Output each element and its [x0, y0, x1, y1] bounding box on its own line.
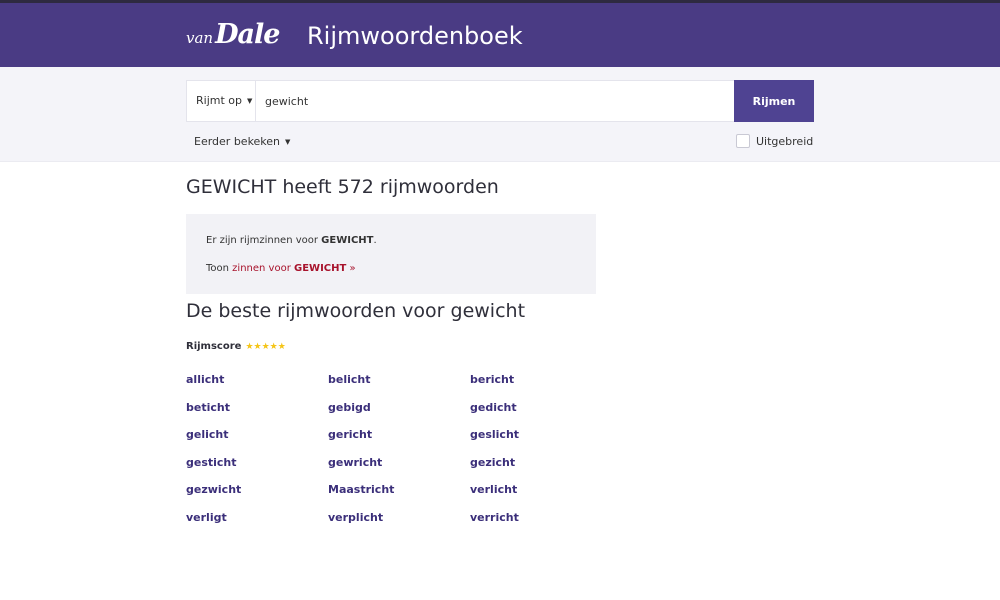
caret-down-icon: ▼ [285, 138, 291, 146]
link-word: GEWICHT [294, 263, 347, 274]
rhyme-word-link[interactable]: verplicht [328, 511, 470, 539]
rhyme-word-link[interactable]: allicht [186, 373, 328, 401]
rhyme-word-link[interactable]: verligt [186, 511, 328, 539]
advanced-label: Uitgebreid [756, 134, 814, 148]
best-rhymes-heading: De beste rijmwoorden voor gewicht [186, 300, 526, 322]
search-box: Rijmt op ▼ [186, 80, 734, 122]
rhyme-word-link[interactable]: bericht [470, 373, 612, 401]
show-prefix: Toon [206, 263, 233, 274]
rhyme-word-link[interactable]: Maastricht [328, 483, 470, 511]
info-prefix: Er zijn rijmzinnen voor [206, 235, 322, 246]
rhyme-word-link[interactable]: verricht [470, 511, 612, 539]
rhyme-word-link[interactable]: gezicht [470, 456, 612, 484]
rhyme-word-link[interactable]: beticht [186, 401, 328, 429]
rhyme-score-label: Rijmscore [186, 341, 242, 352]
star-rating-icon: ★★★★★ [245, 341, 286, 352]
rhyme-word-link[interactable]: verlicht [470, 483, 612, 511]
phrase-info-text: Er zijn rijmzinnen voor GEWICHT. [206, 234, 596, 248]
advanced-checkbox[interactable] [736, 134, 750, 148]
van-dale-logo[interactable]: van Dale [186, 19, 280, 50]
logo-dale: Dale [215, 19, 280, 50]
info-word: GEWICHT [321, 235, 374, 246]
rhyme-word-link[interactable]: belicht [328, 373, 470, 401]
history-dropdown[interactable]: Eerder bekeken ▼ [194, 135, 290, 148]
logo-van: van [186, 29, 214, 47]
rhyme-word-link[interactable]: gericht [328, 428, 470, 456]
advanced-toggle[interactable]: Uitgebreid [736, 134, 813, 148]
site-header: van Dale Rijmwoordenboek [0, 0, 1000, 67]
phrase-show-line: Toon zinnen voor GEWICHT » [206, 262, 596, 276]
rhyme-word-link[interactable]: gebigd [328, 401, 470, 429]
rhyme-mode-label: Rijmt op [196, 94, 242, 107]
history-label: Eerder bekeken [194, 135, 281, 148]
rhyme-mode-dropdown[interactable]: Rijmt op ▼ [187, 81, 256, 121]
link-suffix: » [346, 263, 356, 274]
rhyme-word-link[interactable]: gelicht [186, 428, 328, 456]
link-prefix: zinnen voor [232, 263, 294, 274]
rhyme-word-link[interactable]: gedicht [470, 401, 612, 429]
caret-down-icon: ▼ [247, 97, 253, 105]
result-heading: GEWICHT heeft 572 rijmwoorden [186, 176, 499, 198]
rhyme-word-link[interactable]: gezwicht [186, 483, 328, 511]
show-phrases-link[interactable]: zinnen voor GEWICHT » [232, 263, 355, 274]
info-suffix: . [373, 235, 377, 246]
rhyme-search-button[interactable]: Rijmen [734, 80, 814, 122]
search-input[interactable] [257, 81, 733, 121]
rhyme-word-link[interactable]: gewricht [328, 456, 470, 484]
search-bar: Rijmt op ▼ Rijmen Eerder bekeken ▼ Uitgebr… [0, 67, 1000, 162]
phrase-info-box: Er zijn rijmzinnen voor GEWICHT. Toon zi… [186, 214, 596, 294]
rhyme-word-link[interactable]: gesticht [186, 456, 328, 484]
rhyme-score: Rijmscore ★★★★★ [186, 341, 286, 352]
app-title: Rijmwoordenboek [307, 22, 523, 50]
rhyme-word-grid: allicht belicht bericht beticht gebigd gedich… [186, 373, 546, 539]
rhyme-word-link[interactable]: geslicht [470, 428, 612, 456]
